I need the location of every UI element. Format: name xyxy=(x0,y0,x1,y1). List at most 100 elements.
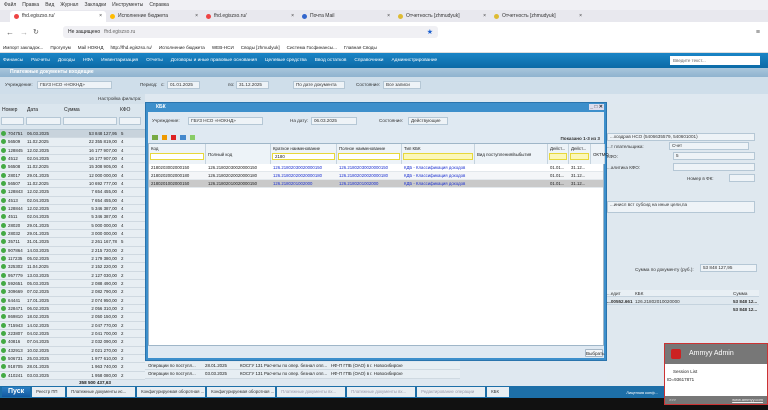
menu-icon[interactable]: ≡ xyxy=(756,29,760,36)
column-filter[interactable] xyxy=(119,117,141,125)
filter-setup-label[interactable]: Настройка фильтра: xyxy=(98,96,141,101)
browser-tab[interactable]: Отчетность [zhmudyuk] × xyxy=(394,11,490,22)
close-tab-icon[interactable]: × xyxy=(195,13,198,19)
edit-icon[interactable] xyxy=(162,135,167,140)
date-field[interactable]: 06.03.2025 xyxy=(311,117,357,125)
bookmark[interactable]: Исполнение бюджета xyxy=(159,45,205,50)
reload-icon[interactable]: ↻ xyxy=(33,28,39,36)
bookmark[interactable]: Система Госфинансы... xyxy=(287,45,337,50)
browser-tab[interactable]: Почта Mail × xyxy=(298,11,394,22)
nav-item[interactable]: Администрирование xyxy=(391,58,437,63)
org-field[interactable]: ГБУЗ НСО «НОКНД» xyxy=(188,117,263,125)
close-tab-icon[interactable]: × xyxy=(291,13,294,19)
table-row[interactable]: 128845 12.02.2025 16 177 907,00 4 xyxy=(0,146,145,155)
table-row[interactable]: 4512 02.04.2025 16 177 907,00 4 xyxy=(0,154,145,164)
table-row[interactable]: 410241 03.03.2025 1 958 080,00 2 xyxy=(0,371,145,380)
column-filter[interactable] xyxy=(26,117,61,125)
table-row[interactable]: 128844 12.02.2025 5 346 387,00 4 xyxy=(0,204,145,214)
table-row[interactable]: 907864 14.03.2025 2 215 720,00 2 xyxy=(0,246,145,255)
ammyy-link[interactable]: www.ammyy.com xyxy=(732,396,763,404)
search-input[interactable]: Введите текст... xyxy=(670,56,760,65)
org-field[interactable]: ГБУЗ НСО «НОКНД» xyxy=(37,81,112,89)
table-row[interactable]: 223807 04.02.2025 2 041 700,00 2 xyxy=(0,329,145,339)
menu-item[interactable]: Правка xyxy=(22,2,39,8)
table-row[interactable]: 4513 02.04.2025 7 654 455,00 4 xyxy=(0,196,145,205)
kbk-row[interactable]: 2180202002000180 126.21802020020000180 126… xyxy=(149,172,603,180)
table-row[interactable]: 28020 29.01.2025 5 000 000,00 4 xyxy=(0,221,145,230)
operation-row[interactable]: Операции по поступл... 03.03.2025 КОСГУ 13… xyxy=(145,370,460,379)
operation-row[interactable]: Операции по поступл... 28.01.2025 КОСГУ 13… xyxy=(145,362,460,371)
close-tab-icon[interactable]: × xyxy=(483,13,486,19)
bookmark[interactable]: Прогулум xyxy=(50,45,70,50)
kbk-row[interactable]: 2180203002000150 126.21802030020000150 126… xyxy=(149,164,603,172)
menu-item[interactable]: Закладки xyxy=(84,2,106,8)
column-filter[interactable] xyxy=(63,117,117,125)
nav-item[interactable]: Ввод остатков xyxy=(315,58,347,63)
purpose-field[interactable]: ...инисл вст субсид на иные цели,па xyxy=(607,201,755,213)
nav-item[interactable]: Финансы xyxy=(3,58,23,63)
bookmark[interactable]: http://fhd.egiszso.ru/ xyxy=(110,45,151,50)
delete-icon[interactable] xyxy=(171,135,176,140)
table-row[interactable]: 957779 13.03.2025 2 127 030,00 2 xyxy=(0,271,145,280)
nav-item[interactable]: Справочники xyxy=(354,58,383,63)
column-filter-input[interactable] xyxy=(338,153,400,160)
add-icon[interactable] xyxy=(152,135,158,140)
menu-item[interactable]: Вид xyxy=(45,2,54,8)
column-header[interactable]: Дата xyxy=(27,107,38,113)
close-icon[interactable]: _ □ ✕ xyxy=(589,104,604,110)
taskbar-item[interactable]: КБК xyxy=(487,387,510,397)
table-row[interactable]: 715943 14.02.2025 2 047 770,00 2 xyxy=(0,321,145,330)
taskbar-item[interactable]: Платежные документы ис... xyxy=(67,387,136,397)
nav-item[interactable]: Отчеты xyxy=(146,58,163,63)
column-filter-input[interactable]: 2180 xyxy=(272,153,335,160)
taskbar-item[interactable]: Редактирование операции xyxy=(417,387,486,397)
table-row[interactable]: 592651 05.03.2025 2 088 490,00 2 xyxy=(0,279,145,289)
date-to-field[interactable]: 31.12.2025 xyxy=(236,81,269,89)
back-icon[interactable]: ← xyxy=(6,28,14,37)
detail-row[interactable]: ...00552.661 126.21802010020000 53 848 1… xyxy=(607,298,759,305)
nav-item[interactable]: Целевые средства xyxy=(265,58,307,63)
print-icon[interactable] xyxy=(180,135,186,140)
bookmark[interactable]: WEB-НСИ xyxy=(212,45,234,50)
close-tab-icon[interactable]: × xyxy=(99,13,102,19)
kfo-an-field[interactable] xyxy=(673,163,755,171)
session-list[interactable]: Session List xyxy=(673,368,759,376)
nav-item[interactable]: Инвентаризация xyxy=(101,58,138,63)
column-header[interactable]: ОКТМО xyxy=(591,144,609,164)
column-header[interactable]: Вид поступления/выбытия xyxy=(475,144,548,164)
table-row[interactable]: 64441 17.01.2025 2 074 950,00 2 xyxy=(0,296,145,305)
state-select[interactable]: Все записи xyxy=(383,81,421,89)
table-row[interactable]: 117235 05.02.2025 2 179 380,00 2 xyxy=(0,254,145,264)
menu-item[interactable]: Журнал xyxy=(60,2,78,8)
nav-item[interactable]: Договоры и иные правовые основания xyxy=(171,58,257,63)
table-row[interactable]: 4511 02.04.2025 5 346 387,00 4 xyxy=(0,213,145,222)
select-button[interactable]: Выбрать xyxy=(585,349,605,357)
table-row[interactable]: 56508 11.02.2025 15 308 905,00 4 xyxy=(0,163,145,172)
taskbar-item[interactable]: Реестр ПП xyxy=(32,387,66,397)
nav-item[interactable]: Расчеты xyxy=(31,58,50,63)
kfo-field[interactable]: 5 xyxy=(673,152,755,160)
table-row[interactable]: 918705 28.01.2025 1 963 740,00 2 xyxy=(0,363,145,372)
bookmark-star-icon[interactable]: ★ xyxy=(427,28,433,36)
column-header[interactable]: КФО xyxy=(120,107,130,113)
table-row[interactable]: 28032 29.01.2025 3 000 000,00 4 xyxy=(0,229,145,239)
column-filter-input[interactable] xyxy=(549,153,567,160)
bookmark[interactable]: Импорт закладок... xyxy=(3,45,43,50)
start-button[interactable]: Пуск xyxy=(2,387,31,397)
table-row[interactable]: 869810 18.02.2025 2 050 150,00 2 xyxy=(0,313,145,322)
close-tab-icon[interactable]: × xyxy=(579,13,582,19)
state-field[interactable]: Действующие xyxy=(408,117,448,125)
browser-tab[interactable]: Отчетность [zhmudyuk] × xyxy=(490,11,586,22)
more-link[interactable]: >>> xyxy=(669,397,676,402)
column-filter-input[interactable] xyxy=(570,153,589,160)
table-row[interactable]: 704751 06.03.2025 53 848 127,95 5 xyxy=(0,130,145,139)
close-tab-icon[interactable]: × xyxy=(387,13,390,19)
column-filter-input[interactable] xyxy=(150,153,204,160)
bookmark[interactable]: Своды [zhmudyuk] xyxy=(241,45,280,50)
column-header[interactable]: Полный код xyxy=(206,144,271,164)
menu-item[interactable]: Инструменты xyxy=(112,2,143,8)
fk-field[interactable] xyxy=(729,174,755,182)
column-header[interactable]: Сумма xyxy=(64,107,80,113)
table-row[interactable]: 35711 31.01.2025 2 261 167,78 5 xyxy=(0,238,145,247)
taskbar-item[interactable]: Конфигурируемая оборотная ... xyxy=(137,387,206,397)
